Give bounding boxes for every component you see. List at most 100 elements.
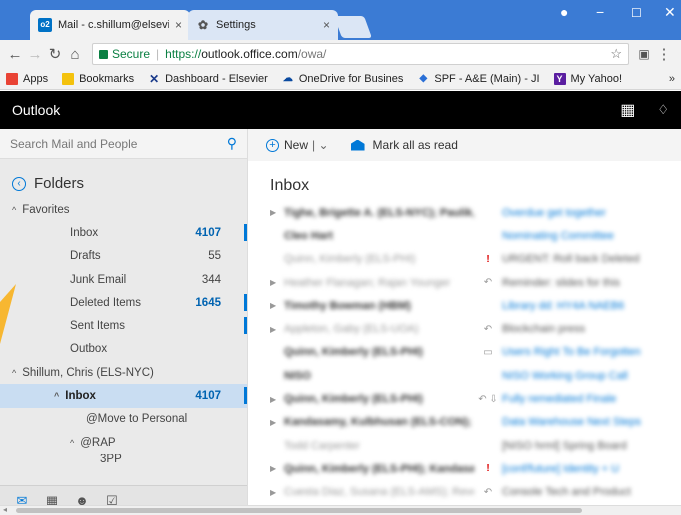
bookmark-dashboard[interactable]: ✕ Dashboard - Elsevier: [148, 73, 268, 85]
profile-icon[interactable]: ●: [560, 4, 568, 20]
scroll-left-icon[interactable]: ◂: [3, 505, 7, 514]
expand-thread-icon[interactable]: ▶: [270, 464, 284, 473]
message-row[interactable]: ▶Cuesta Diaz, Susana (ELS-AMS); Revere D…: [248, 481, 681, 504]
message-sender: Quinn, Kimberly (ELS-PHI): [284, 393, 423, 406]
folder-label: Outbox: [70, 343, 108, 356]
message-row[interactable]: ▶Kandasamy, Kulbhusan (ELS-CON); Quinn Da…: [248, 411, 681, 434]
message-row[interactable]: ▶ Timothy Bowman (HBM) Library dd: HY4A NA…: [248, 294, 681, 317]
url-bar[interactable]: Secure | https:// outlook.office.com /ow…: [92, 43, 629, 65]
url-divider: |: [156, 47, 160, 61]
bookmark-bookmarks[interactable]: Bookmarks: [62, 72, 135, 85]
app-launcher-icon[interactable]: ▦: [620, 100, 635, 120]
bookmark-apps[interactable]: Apps: [6, 72, 48, 85]
message-row[interactable]: Quinn, Kimberly (ELS-PHI) ▭ Users Right To…: [248, 341, 681, 364]
maximize-icon[interactable]: ☐: [631, 6, 642, 20]
message-subject: Library dd: HY4A NAEB6: [502, 299, 625, 312]
scrollbar-thumb[interactable]: [16, 508, 582, 513]
folder-account-inbox[interactable]: ^ Inbox 4107: [0, 384, 247, 408]
menu-icon[interactable]: ⋮: [655, 45, 673, 63]
expand-thread-icon[interactable]: ▶: [270, 488, 284, 497]
bookmark-yahoo[interactable]: Y My Yahoo!: [553, 72, 622, 85]
forward-icon[interactable]: →: [26, 46, 44, 63]
favorites-group[interactable]: ^ Favorites: [0, 198, 247, 221]
app-brand[interactable]: Outlook: [12, 102, 620, 118]
message-sender: Timothy Bowman (HBM): [284, 299, 411, 312]
new-tab-button[interactable]: [333, 16, 373, 38]
folder-deleted-items[interactable]: Deleted Items 1645: [0, 291, 247, 314]
reload-icon[interactable]: ↻: [46, 45, 64, 63]
back-icon[interactable]: ←: [6, 46, 24, 63]
expand-thread-icon[interactable]: ▶: [270, 418, 284, 427]
search-input[interactable]: Search Mail and People: [10, 137, 227, 151]
collapse-folders-icon[interactable]: ‹: [12, 176, 26, 191]
item-count: 344: [201, 273, 221, 286]
message-status-icon: ▭: [483, 346, 493, 358]
folder-move-to-personal[interactable]: @Move to Personal: [0, 408, 247, 431]
message-row[interactable]: Todd Carpenter [NISO hrml] Spring Board: [248, 434, 681, 457]
bookmark-onedrive[interactable]: ☁ OneDrive for Busines: [282, 73, 404, 85]
secure-indicator[interactable]: Secure: [99, 47, 150, 61]
message-subject: Data Warehouse Next Steps: [502, 416, 641, 429]
folder-rap[interactable]: ^ @RAP: [0, 431, 247, 454]
folder-label: Inbox: [65, 390, 96, 403]
bookmark-label: Bookmarks: [79, 72, 135, 85]
folder-3pp[interactable]: 3PP: [0, 454, 247, 464]
close-window-icon[interactable]: ✕: [664, 4, 676, 21]
bookmark-star-icon[interactable]: ☆: [610, 46, 622, 62]
expand-thread-icon[interactable]: ▶: [270, 395, 284, 404]
message-subject: Console Tech and Product: [502, 486, 631, 499]
expand-thread-icon[interactable]: ▶: [270, 325, 284, 334]
message-sender: Quinn, Kimberly (ELS-PHI): [284, 253, 416, 266]
minimize-icon[interactable]: −: [596, 4, 604, 20]
message-list: ▶Tighe, Brigette A. (ELS-NYC); Paulik, J…: [248, 201, 681, 504]
message-sender: Tighe, Brigette A. (ELS-NYC); Paulik, Jo…: [284, 206, 474, 219]
folder-drafts[interactable]: Drafts 55: [0, 245, 247, 268]
close-icon[interactable]: ×: [175, 18, 182, 32]
message-row[interactable]: Cleo Hart Nominating Committee: [248, 224, 681, 247]
apps-grid-icon: [6, 72, 18, 85]
message-row[interactable]: ▶Tighe, Brigette A. (ELS-NYC); Paulik, J…: [248, 201, 681, 224]
address-toolbar: ← → ↻ ⌂ Secure | https:// outlook.office…: [0, 40, 681, 68]
message-sender: Heather Flanagan; Rajan Younger: [284, 276, 451, 289]
message-row[interactable]: NISO NISO Working Group Call: [248, 364, 681, 387]
new-button[interactable]: New: [284, 138, 308, 152]
message-sender: Appleton, Gaby (ELS-UOA): [284, 323, 419, 336]
message-row[interactable]: ▶ Appleton, Gaby (ELS-UOA) ↶ Blockchain pre…: [248, 317, 681, 340]
bookmark-spf[interactable]: ◆ SPF - A&E (Main) - JI: [417, 73, 540, 85]
tab-settings[interactable]: ✿ Settings ×: [188, 10, 338, 40]
chevron-down-icon[interactable]: | ⌄: [312, 138, 329, 152]
plus-icon: +: [266, 138, 279, 152]
gear-icon: ✿: [197, 18, 209, 32]
folder-outbox[interactable]: Outbox: [0, 338, 247, 361]
close-icon[interactable]: ×: [323, 18, 330, 32]
bookmarks-overflow[interactable]: »: [669, 73, 675, 85]
folder-label: @RAP: [80, 436, 116, 449]
folders-header[interactable]: ‹ Folders: [0, 159, 247, 198]
expand-thread-icon[interactable]: ▶: [270, 208, 284, 217]
mark-all-read-button[interactable]: Mark all as read: [373, 138, 458, 152]
tab-mail[interactable]: o2 Mail - c.shillum@elsevier ×: [30, 10, 190, 40]
notification-bell-icon[interactable]: ♢: [657, 102, 669, 118]
expand-thread-icon[interactable]: ▶: [270, 301, 284, 310]
search-box[interactable]: Search Mail and People ⚲: [0, 129, 247, 159]
expand-thread-icon[interactable]: ▶: [270, 278, 284, 287]
horizontal-scrollbar[interactable]: ◂: [0, 505, 681, 515]
message-row[interactable]: ▶ Quinn, Kimberly (ELS-PHI); Kandasamy! [c…: [248, 457, 681, 480]
unread-count: 4107: [195, 226, 221, 239]
account-group[interactable]: ^ Shillum, Chris (ELS-NYC): [0, 361, 247, 384]
folder-inbox[interactable]: Inbox 4107: [0, 221, 247, 244]
message-row[interactable]: ▶ Quinn, Kimberly (ELS-PHI) ↶ ⇩ Fully remed…: [248, 387, 681, 410]
message-row[interactable]: ▶ Heather Flanagan; Rajan Younger ↶ Reminde…: [248, 271, 681, 294]
home-icon[interactable]: ⌂: [66, 46, 84, 63]
message-subject: Nominating Committee: [502, 229, 614, 242]
extension-icon[interactable]: ▣: [635, 47, 653, 61]
outlook-icon: o2: [38, 18, 52, 32]
folder-junk-email[interactable]: Junk Email 344: [0, 268, 247, 291]
secure-label: Secure: [112, 47, 151, 61]
search-icon[interactable]: ⚲: [227, 135, 237, 152]
message-subject: URGENT: Roll back Deleted: [502, 253, 640, 266]
message-subject: NISO Working Group Call: [502, 369, 628, 382]
message-row[interactable]: Quinn, Kimberly (ELS-PHI)! URGENT: Roll b…: [248, 248, 681, 271]
folder-sent-items[interactable]: Sent Items: [0, 314, 247, 337]
bookmark-label: OneDrive for Busines: [298, 72, 404, 85]
